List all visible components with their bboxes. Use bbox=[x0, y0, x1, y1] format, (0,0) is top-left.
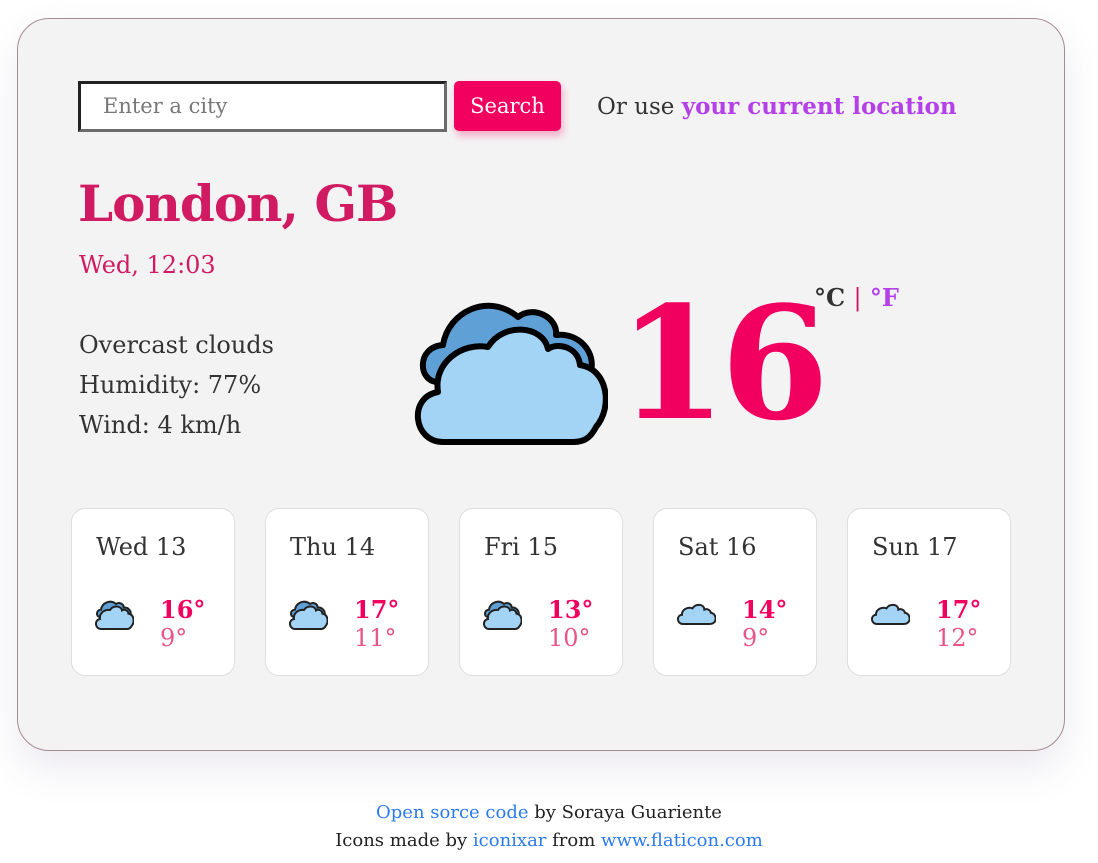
forecast-max-temp: 16° bbox=[160, 595, 206, 624]
forecast-day-label: Wed 13 bbox=[96, 533, 187, 561]
overcast-clouds-icon bbox=[483, 600, 522, 630]
city-name: London, GB bbox=[78, 174, 398, 233]
forecast-min-temp: 12° bbox=[936, 624, 979, 652]
cloud-icon bbox=[871, 603, 910, 625]
overcast-clouds-icon bbox=[414, 302, 608, 445]
source-code-link[interactable]: Open sorce code bbox=[376, 802, 528, 823]
forecast-day-label: Fri 15 bbox=[484, 533, 558, 561]
iconixar-link[interactable]: iconixar bbox=[473, 830, 547, 851]
icons-credit-text: Icons made by bbox=[335, 830, 473, 851]
overcast-clouds-icon bbox=[289, 600, 328, 630]
forecast-day: Sun 17 17° 12° bbox=[847, 508, 1011, 676]
or-use-label: Or use bbox=[597, 93, 675, 120]
unit-separator: | bbox=[853, 284, 862, 312]
forecast-list: Wed 13 16° 9° Thu 14 17° 11° Fri 15 13° bbox=[71, 508, 1011, 676]
celsius-unit[interactable]: °C bbox=[814, 283, 845, 312]
forecast-day-label: Sat 16 bbox=[678, 533, 757, 561]
weather-card: Search Or use your current location Lond… bbox=[17, 18, 1065, 751]
search-form: Search Or use your current location bbox=[78, 80, 957, 132]
unit-toggle: °C | °F bbox=[814, 283, 899, 312]
footer-line-icons: Icons made by iconixar from www.flaticon… bbox=[0, 827, 1098, 855]
overcast-clouds-icon bbox=[95, 600, 134, 630]
forecast-day-label: Sun 17 bbox=[872, 533, 958, 561]
forecast-min-temp: 11° bbox=[354, 624, 397, 652]
forecast-day: Sat 16 14° 9° bbox=[653, 508, 817, 676]
flaticon-link[interactable]: www.flaticon.com bbox=[601, 830, 763, 851]
forecast-day-label: Thu 14 bbox=[290, 533, 376, 561]
forecast-max-temp: 17° bbox=[936, 595, 982, 624]
city-search-input[interactable] bbox=[78, 80, 447, 132]
wind: Wind: 4 km/h bbox=[79, 411, 242, 439]
humidity: Humidity: 77% bbox=[79, 371, 262, 399]
current-datetime: Wed, 12:03 bbox=[79, 251, 216, 279]
footer: Open sorce code by Soraya Guariente Icon… bbox=[0, 799, 1098, 855]
current-location-link[interactable]: your current location bbox=[682, 93, 957, 120]
forecast-min-temp: 9° bbox=[160, 624, 188, 652]
cloud-icon bbox=[677, 603, 716, 625]
weather-description: Overcast clouds bbox=[79, 331, 274, 359]
from-text: from bbox=[546, 830, 602, 851]
forecast-min-temp: 9° bbox=[742, 624, 770, 652]
forecast-max-temp: 14° bbox=[742, 595, 788, 624]
fahrenheit-link[interactable]: °F bbox=[870, 283, 899, 312]
forecast-max-temp: 17° bbox=[354, 595, 400, 624]
forecast-day: Thu 14 17° 11° bbox=[265, 508, 429, 676]
current-temperature: 16 bbox=[618, 272, 829, 455]
search-button[interactable]: Search bbox=[454, 81, 561, 131]
forecast-max-temp: 13° bbox=[548, 595, 594, 624]
author-credit: by Soraya Guariente bbox=[528, 802, 722, 823]
or-use-text: Or use your current location bbox=[597, 93, 957, 120]
forecast-day: Wed 13 16° 9° bbox=[71, 508, 235, 676]
forecast-day: Fri 15 13° 10° bbox=[459, 508, 623, 676]
footer-line-source: Open sorce code by Soraya Guariente bbox=[0, 799, 1098, 827]
forecast-min-temp: 10° bbox=[548, 624, 591, 652]
weather-details: Overcast clouds Humidity: 77% Wind: 4 km… bbox=[79, 325, 274, 445]
